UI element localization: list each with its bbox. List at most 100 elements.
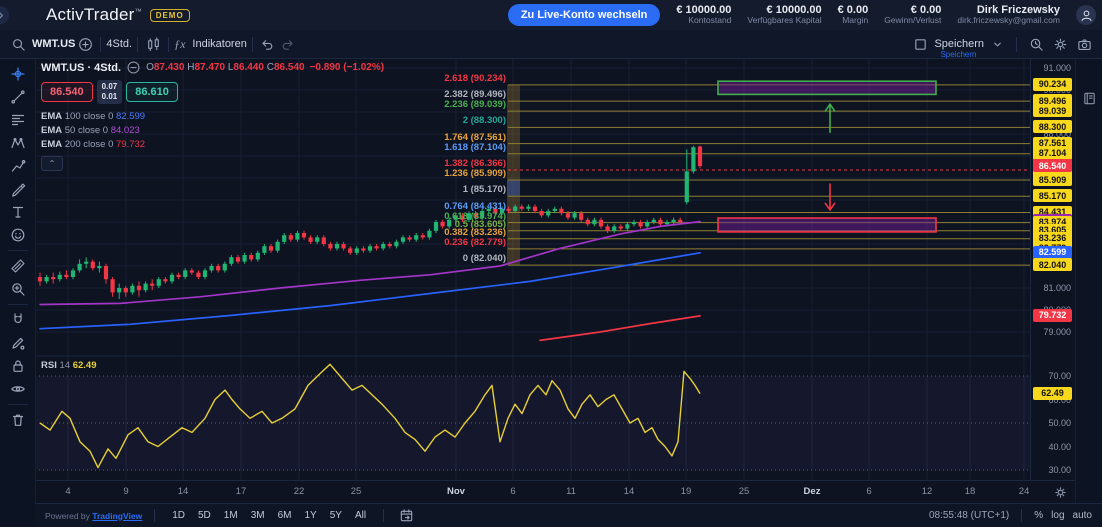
save-layout-button[interactable]: Speichern Speichern [934, 33, 1007, 55]
time-tick: 9 [109, 486, 143, 497]
sell-button[interactable]: 86.540 [41, 82, 93, 102]
indicators-button[interactable]: ƒx Indikatoren [174, 37, 247, 52]
price-badge: 90.234 [1033, 78, 1072, 91]
price-badge: 85.170 [1033, 189, 1072, 202]
go-to-date-icon[interactable] [396, 505, 416, 527]
tools-separator [8, 404, 28, 405]
interval-button[interactable]: 4Std. [106, 38, 132, 50]
toolbar-separator [1016, 37, 1017, 52]
demo-badge: DEMO [150, 9, 190, 22]
measure-icon[interactable] [5, 255, 31, 277]
rsi-legend: RSI 14 62.49 [41, 360, 96, 371]
xabcd-pattern-icon[interactable] [5, 132, 31, 154]
time-tick: 22 [282, 486, 316, 497]
rsi-value-badge: 62.49 [1033, 387, 1072, 400]
axis-settings-gear-icon[interactable] [1053, 485, 1068, 500]
range-1m-button[interactable]: 1M [219, 508, 243, 523]
price-axis[interactable]: 91.00090.00088.00081.00080.00079.00070.0… [1030, 58, 1076, 480]
range-5d-button[interactable]: 5D [193, 508, 216, 523]
tradingview-link[interactable]: TradingView [92, 511, 142, 521]
chart-canvas[interactable]: 2.618 (90.234)2.382 (89.496)2.236 (89.03… [35, 58, 1030, 480]
range-5y-button[interactable]: 5Y [325, 508, 347, 523]
emoji-icon[interactable] [5, 224, 31, 246]
time-tick: 4 [51, 486, 85, 497]
date-ranges: 1D5D1M3M6M1Y5YAll [167, 508, 371, 523]
session-clock[interactable]: 08:55:48 (UTC+1) [929, 510, 1009, 521]
rsi-label: 30.00 [1048, 465, 1071, 475]
account-stat: € 0.00Margin [838, 4, 869, 26]
rsi-label: 40.00 [1048, 442, 1071, 452]
search-icon [8, 33, 28, 55]
price-label: 81.000 [1043, 283, 1071, 293]
tools-separator [8, 304, 28, 305]
app-logo: ActivTrader™ [46, 5, 142, 25]
rsi-label: 50.00 [1048, 418, 1071, 428]
price-badge: 88.300 [1033, 120, 1072, 133]
time-tick: 24 [1007, 486, 1041, 497]
chart-history-icon[interactable] [1026, 33, 1046, 55]
price-label: 91.000 [1043, 63, 1071, 73]
buy-button[interactable]: 86.610 [126, 82, 178, 102]
avatar[interactable] [1076, 5, 1096, 25]
save-tooltip: Speichern [940, 50, 976, 59]
remove-drawings-icon[interactable] [5, 409, 31, 431]
fib-retracement-icon[interactable] [5, 109, 31, 131]
account-stats: € 10000.00Kontostand € 10000.00Verfügbare… [676, 4, 941, 26]
compare-add-icon[interactable] [75, 33, 95, 55]
news-journal-icon[interactable] [1082, 91, 1097, 106]
range-1y-button[interactable]: 1Y [300, 508, 322, 523]
log-scale-toggle[interactable]: log [1051, 510, 1064, 521]
range-1d-button[interactable]: 1D [167, 508, 190, 523]
trend-line-icon[interactable] [5, 86, 31, 108]
chart-svg[interactable] [35, 58, 1030, 480]
time-tick: 14 [166, 486, 200, 497]
range-all-button[interactable]: All [350, 508, 371, 523]
time-axis[interactable]: 4914172225Nov611141925Dez6121824 [35, 480, 1075, 504]
user-email: dirk.friczewsky@gmail.com [957, 16, 1060, 26]
auto-scale-toggle[interactable]: auto [1073, 510, 1092, 521]
layout-select-icon[interactable] [910, 33, 930, 55]
gear-icon[interactable] [1050, 33, 1070, 55]
user-block[interactable]: Dirk Friczewsky dirk.friczewsky@gmail.co… [957, 4, 1060, 26]
time-tick: 25 [339, 486, 373, 497]
time-tick: Dez [795, 486, 829, 497]
symbol-label: WMT.US [32, 38, 75, 50]
collapse-legend-button[interactable]: ⌃ [41, 156, 63, 171]
account-stat: € 10000.00Kontostand [676, 4, 731, 26]
zoom-in-icon[interactable] [5, 278, 31, 300]
rsi-label: 70.00 [1048, 371, 1071, 381]
panel-expand-icon[interactable] [0, 6, 9, 24]
bottom-bar: Powered by TradingView 1D5D1M3M6M1Y5YAll… [35, 503, 1102, 527]
percent-scale-toggle[interactable]: % [1034, 510, 1043, 521]
magnet-icon[interactable] [5, 309, 31, 331]
brush-icon[interactable] [5, 178, 31, 200]
undo-icon[interactable] [258, 33, 278, 55]
spread-indicator: 0.070.01 [97, 80, 123, 104]
price-badge: 82.040 [1033, 258, 1072, 271]
price-label: 79.000 [1043, 327, 1071, 337]
camera-icon[interactable] [1074, 33, 1094, 55]
crosshair-icon[interactable] [5, 63, 31, 85]
powered-by: Powered by TradingView [45, 511, 142, 521]
switch-to-live-button[interactable]: Zu Live-Konto wechseln [508, 4, 661, 26]
time-tick: 6 [852, 486, 886, 497]
symbol-search[interactable]: WMT.US [8, 33, 75, 55]
forecast-icon[interactable] [5, 155, 31, 177]
time-tick: 18 [953, 486, 987, 497]
range-6m-button[interactable]: 6M [273, 508, 297, 523]
chevron-down-icon [987, 33, 1007, 55]
drawing-toolbar [0, 58, 36, 526]
toolbar-separator [168, 37, 169, 52]
chart-toolbar: WMT.US 4Std. ƒx Indikatoren Speichern Sp… [0, 30, 1102, 59]
drawing-mode-icon[interactable] [5, 332, 31, 354]
time-tick: 12 [910, 486, 944, 497]
text-icon[interactable] [5, 201, 31, 223]
range-3m-button[interactable]: 3M [246, 508, 270, 523]
chart-type-icon[interactable] [143, 33, 163, 55]
toolbar-separator [137, 37, 138, 52]
lock-drawings-icon[interactable] [5, 355, 31, 377]
redo-icon[interactable] [278, 33, 298, 55]
hide-drawings-icon[interactable] [5, 378, 31, 400]
price-badge: 79.732 [1033, 309, 1072, 322]
account-stat: € 10000.00Verfügbares Kapital [747, 4, 821, 26]
